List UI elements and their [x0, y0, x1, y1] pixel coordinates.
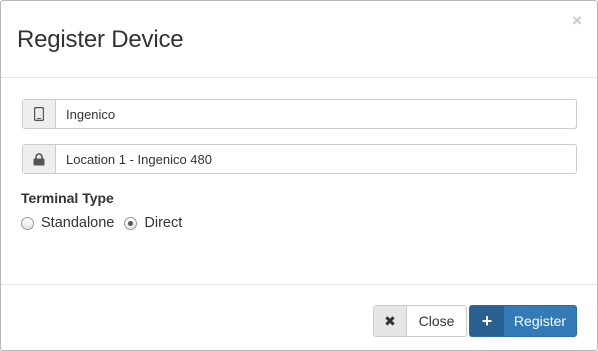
- terminal-type-label: Terminal Type: [21, 190, 114, 206]
- device-name-group: [22, 99, 577, 129]
- dialog-title: Register Device: [17, 26, 184, 53]
- close-x-icon: ✖: [374, 306, 407, 336]
- radio-direct-label: Direct: [144, 215, 183, 231]
- dialog-footer: ✖ Close + Register: [1, 284, 597, 350]
- register-button[interactable]: + Register: [469, 305, 577, 337]
- device-name-input[interactable]: [56, 100, 576, 128]
- radio-standalone-label: Standalone: [41, 215, 115, 231]
- plus-icon: +: [470, 306, 504, 336]
- radio-standalone-circle[interactable]: [21, 216, 34, 230]
- location-input[interactable]: [56, 145, 576, 173]
- radio-standalone[interactable]: Standalone: [21, 215, 114, 231]
- radio-direct-circle[interactable]: [124, 216, 138, 230]
- lock-icon: [23, 145, 56, 173]
- mobile-phone-icon: [23, 100, 56, 128]
- radio-direct[interactable]: Direct: [124, 215, 182, 231]
- close-icon[interactable]: ×: [569, 12, 585, 30]
- register-button-label: Register: [513, 313, 567, 329]
- close-button-label: Close: [418, 313, 455, 329]
- terminal-type-radio-group: Standalone Direct: [21, 215, 192, 231]
- location-group: [22, 144, 577, 174]
- close-button[interactable]: ✖ Close: [373, 305, 467, 337]
- register-device-dialog: Register Device × Terminal Type Standalo…: [0, 0, 598, 351]
- dialog-header: Register Device ×: [1, 1, 597, 78]
